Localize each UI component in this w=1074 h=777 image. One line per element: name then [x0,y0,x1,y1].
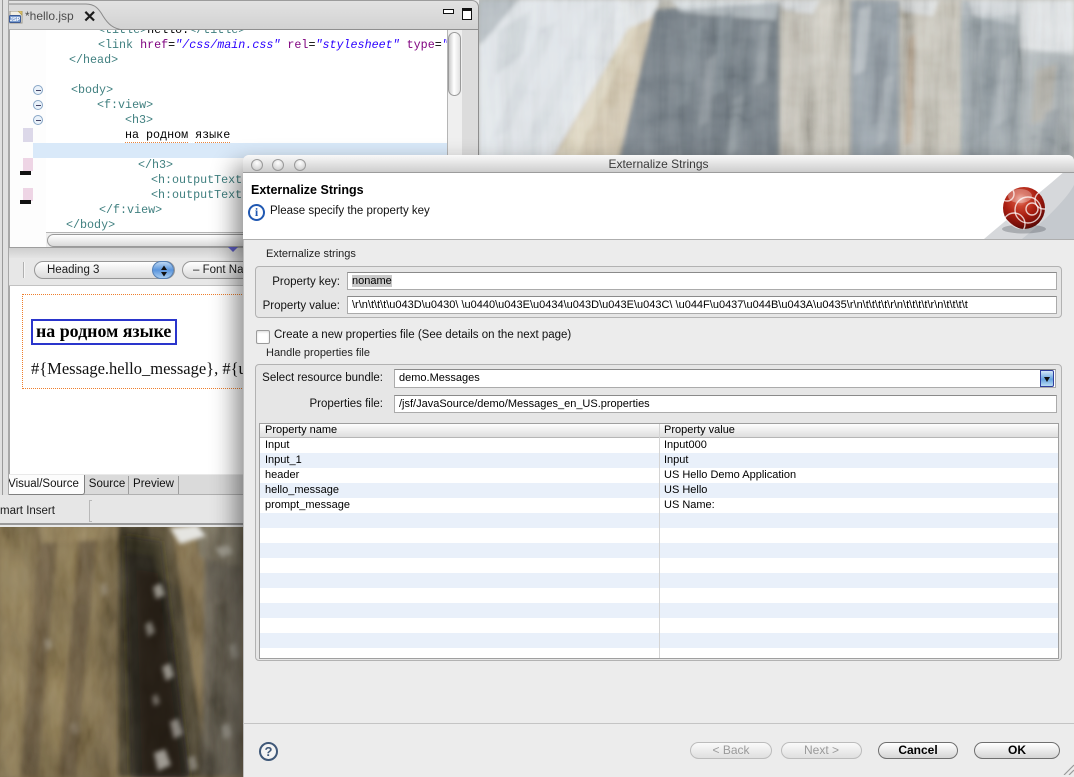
svg-text:JSP: JSP [10,17,21,23]
